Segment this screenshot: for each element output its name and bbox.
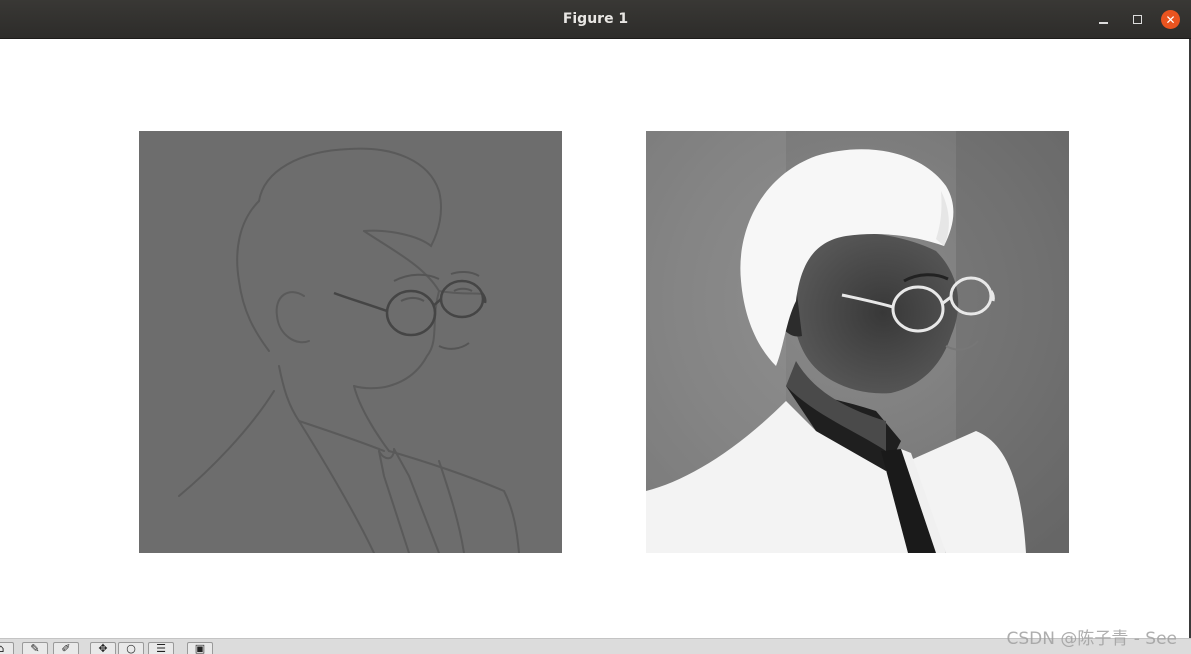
subplot-edge-image [139,131,562,553]
inverted-image-graphic [646,131,1069,553]
window-title: Figure 1 [562,11,629,27]
zoom-icon: ○ [126,642,136,654]
maximize-icon [1132,14,1142,24]
back-button[interactable]: ✎ [22,642,48,654]
title-bar[interactable]: Figure 1 ✕ [0,0,1191,39]
minimize-icon [1098,22,1108,24]
figure-window: Figure 1 ✕ ⌂ ✎ ✐ ✥ ○ ☰ ▣ CSDN @陈子青 - See [0,0,1191,654]
home-button[interactable]: ⌂ [0,642,14,654]
edge-image-graphic [139,131,562,553]
pan-button[interactable]: ✥ [90,642,116,654]
configure-subplots-button[interactable]: ☰ [148,642,174,654]
maximize-button[interactable] [1128,10,1146,28]
zoom-button[interactable]: ○ [118,642,144,654]
subplot-inverted-image [646,131,1069,553]
figure-canvas[interactable] [0,39,1191,639]
close-button[interactable]: ✕ [1161,10,1180,29]
close-icon: ✕ [1165,12,1176,27]
save-button[interactable]: ▣ [187,642,213,654]
home-icon: ⌂ [0,642,5,654]
forward-button[interactable]: ✐ [53,642,79,654]
watermark-text: CSDN @陈子青 - See [1006,629,1177,649]
back-icon: ✎ [30,642,40,654]
minimize-button[interactable] [1094,10,1112,28]
forward-icon: ✐ [61,642,71,654]
pan-icon: ✥ [98,642,108,654]
save-icon: ▣ [194,642,206,654]
configure-subplots-icon: ☰ [156,642,166,654]
